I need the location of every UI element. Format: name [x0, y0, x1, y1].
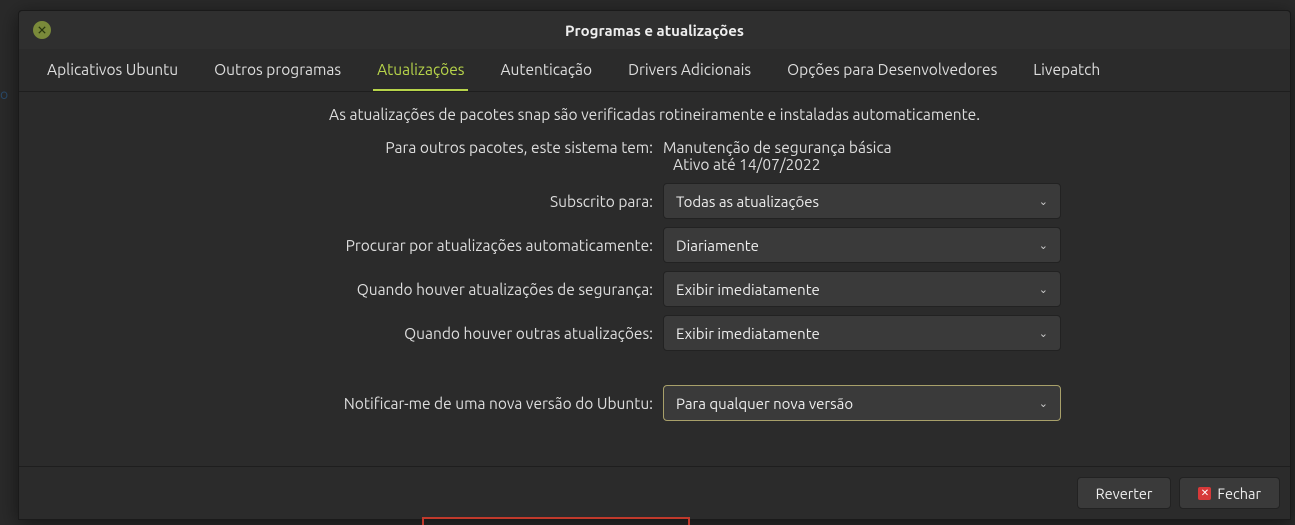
tab-atualizacoes[interactable]: Atualizações: [373, 49, 468, 91]
security-updates-select[interactable]: Exibir imediatamente ⌄: [663, 271, 1061, 307]
system-value: Manutenção de segurança básica: [663, 139, 1266, 156]
close-label: Fechar: [1217, 485, 1261, 502]
subscribed-label: Subscrito para:: [43, 193, 663, 210]
check-auto-select[interactable]: Diariamente ⌄: [663, 227, 1061, 263]
obscured-text: o: [0, 86, 8, 102]
other-updates-value: Exibir imediatamente: [676, 325, 1039, 342]
tab-opcoes-desenvolvedores[interactable]: Opções para Desenvolvedores: [783, 49, 1001, 91]
chevron-down-icon: ⌄: [1039, 195, 1048, 208]
check-auto-label: Procurar por atualizações automaticament…: [43, 237, 663, 254]
system-label: Para outros pacotes, este sistema tem:: [43, 139, 663, 156]
software-updates-window: Programas e atualizações Aplicativos Ubu…: [18, 10, 1291, 520]
chevron-down-icon: ⌄: [1039, 283, 1048, 296]
notify-version-value: Para qualquer nova versão: [676, 395, 1039, 412]
tabs: Aplicativos Ubuntu Outros programas Atua…: [19, 49, 1290, 92]
window-close-button[interactable]: [33, 21, 51, 39]
security-updates-label: Quando houver atualizações de segurança:: [43, 281, 663, 298]
active-until: Ativo até 14/07/2022: [43, 156, 1266, 173]
revert-label: Reverter: [1096, 485, 1153, 502]
tab-outros-programas[interactable]: Outros programas: [210, 49, 345, 91]
notify-version-select[interactable]: Para qualquer nova versão ⌄: [663, 385, 1061, 421]
window-title: Programas e atualizações: [19, 22, 1290, 39]
close-icon: [38, 26, 46, 34]
row-subscribed: Subscrito para: Todas as atualizações ⌄: [43, 183, 1266, 219]
row-check-auto: Procurar por atualizações automaticament…: [43, 227, 1266, 263]
content-area: As atualizações de pacotes snap são veri…: [19, 92, 1290, 466]
row-security-updates: Quando houver atualizações de segurança:…: [43, 271, 1266, 307]
subscribed-select[interactable]: Todas as atualizações ⌄: [663, 183, 1061, 219]
tab-livepatch[interactable]: Livepatch: [1029, 49, 1104, 91]
other-updates-select[interactable]: Exibir imediatamente ⌄: [663, 315, 1061, 351]
revert-button[interactable]: Reverter: [1077, 477, 1172, 509]
system-maintenance-info: Para outros pacotes, este sistema tem: M…: [43, 139, 1266, 173]
row-other-updates: Quando houver outras atualizações: Exibi…: [43, 315, 1266, 351]
close-button[interactable]: ✕ Fechar: [1179, 477, 1280, 509]
notify-version-label: Notificar-me de uma nova versão do Ubunt…: [43, 395, 663, 412]
footer: Reverter ✕ Fechar: [19, 466, 1290, 519]
check-auto-value: Diariamente: [676, 237, 1039, 254]
annotation-box: [422, 517, 690, 525]
other-updates-label: Quando houver outras atualizações:: [43, 325, 663, 342]
chevron-down-icon: ⌄: [1039, 397, 1048, 410]
subscribed-value: Todas as atualizações: [676, 193, 1039, 210]
row-notify-version: Notificar-me de uma nova versão do Ubunt…: [43, 385, 1266, 421]
chevron-down-icon: ⌄: [1039, 239, 1048, 252]
tab-aplicativos-ubuntu[interactable]: Aplicativos Ubuntu: [43, 49, 182, 91]
tab-autenticacao[interactable]: Autenticação: [496, 49, 596, 91]
tab-drivers-adicionais[interactable]: Drivers Adicionais: [624, 49, 755, 91]
close-x-icon: ✕: [1198, 487, 1211, 500]
chevron-down-icon: ⌄: [1039, 327, 1048, 340]
security-updates-value: Exibir imediatamente: [676, 281, 1039, 298]
titlebar: Programas e atualizações: [19, 11, 1290, 49]
snap-notice: As atualizações de pacotes snap são veri…: [43, 106, 1266, 123]
